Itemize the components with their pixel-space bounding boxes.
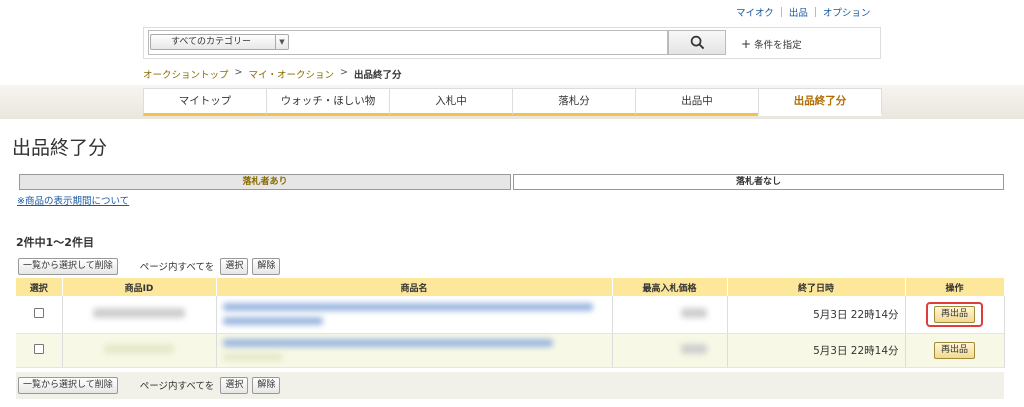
- end-time-cell: 5月3日 22時14分: [727, 296, 906, 334]
- table-row: 5月3日 22時14分 再出品: [16, 333, 1005, 368]
- row-select-cell: [16, 296, 63, 334]
- breadcrumb-separator: >: [340, 67, 348, 78]
- row-checkbox[interactable]: [33, 343, 44, 354]
- header-select: 選択: [16, 278, 63, 296]
- display-period-link[interactable]: ※商品の表示期間について: [17, 193, 129, 207]
- segment-no-winner[interactable]: 落札者なし: [513, 174, 1004, 190]
- divider: [780, 7, 782, 17]
- tab-won[interactable]: 落札分: [512, 88, 636, 116]
- highlight-box: 再出品: [925, 301, 983, 327]
- header-action: 操作: [905, 278, 1005, 296]
- breadcrumb-current: 出品終了分: [353, 70, 402, 81]
- redacted-item-name[interactable]: [222, 353, 283, 361]
- redacted-item-id: [93, 307, 185, 318]
- link-listing[interactable]: 出品: [789, 5, 808, 19]
- header-item-name: 商品名: [216, 278, 613, 296]
- breadcrumb: オークショントップ > マイ・オークション > 出品終了分: [143, 67, 401, 81]
- row-select-cell: [16, 333, 63, 368]
- page-title: 出品終了分: [12, 137, 108, 159]
- link-options[interactable]: オプション: [823, 5, 871, 19]
- breadcrumb-auction-top[interactable]: オークショントップ: [143, 67, 229, 81]
- redacted-price: [680, 307, 707, 318]
- redacted-item-name[interactable]: [222, 339, 553, 347]
- breadcrumb-my-auction[interactable]: マイ・オークション: [248, 67, 334, 81]
- tab-my-top[interactable]: マイトップ: [143, 88, 267, 116]
- row-checkbox[interactable]: [33, 307, 44, 318]
- tab-closed[interactable]: 出品終了分: [758, 88, 882, 116]
- page-all-label: ページ内すべてを: [139, 381, 215, 392]
- action-cell: 再出品: [905, 296, 1005, 334]
- closed-listings-table: 選択 商品ID 商品名 最高入札価格 終了日時 操作 5月3日 22時14分 再…: [16, 278, 1005, 368]
- nav-tabs: マイトップ ウォッチ・ほしい物 入札中 落札分 出品中 出品終了分: [143, 88, 882, 116]
- max-bid-cell: [612, 296, 728, 334]
- tab-bidding[interactable]: 入札中: [389, 88, 513, 116]
- table-header: 選択 商品ID 商品名 最高入札価格 終了日時 操作: [16, 278, 1005, 296]
- relist-button[interactable]: 再出品: [933, 305, 975, 323]
- select-all-button[interactable]: 選択: [220, 376, 249, 394]
- condition-link[interactable]: + 条件を指定: [741, 37, 802, 51]
- condition-label: 条件を指定: [754, 40, 802, 51]
- relist-button[interactable]: 再出品: [933, 341, 975, 359]
- item-id-cell: [62, 296, 217, 334]
- bulk-delete-button[interactable]: 一覧から選択して削除: [18, 257, 118, 275]
- item-id-cell: [62, 333, 217, 368]
- table-row: 5月3日 22時14分 再出品: [16, 296, 1005, 334]
- end-time-cell: 5月3日 22時14分: [727, 333, 906, 368]
- action-bar-bottom: 一覧から選択して削除 ページ内すべてを 選択 解除: [18, 376, 281, 394]
- redacted-price: [680, 343, 707, 354]
- tab-watch[interactable]: ウォッチ・ほしい物: [266, 88, 390, 116]
- redacted-item-id: [104, 343, 174, 354]
- search-icon: [690, 35, 704, 50]
- link-my-auction[interactable]: マイオク: [736, 5, 774, 19]
- top-links: マイオク 出品 オプション: [736, 5, 871, 19]
- category-select-value: すべてのカテゴリー: [171, 37, 252, 47]
- action-bar-top: 一覧から選択して削除 ページ内すべてを 選択 解除: [18, 257, 281, 275]
- breadcrumb-separator: >: [234, 67, 243, 78]
- result-count: 2件中1〜2件目: [16, 236, 94, 249]
- max-bid-cell: [612, 333, 728, 368]
- plus-icon: +: [741, 37, 752, 51]
- header-max-bid: 最高入札価格: [612, 278, 728, 296]
- item-name-cell: [216, 296, 613, 334]
- redacted-item-name[interactable]: [222, 303, 593, 312]
- header-item-id: 商品ID: [62, 278, 217, 296]
- header-end-time: 終了日時: [727, 278, 906, 296]
- divider: [814, 7, 816, 17]
- clear-all-button[interactable]: 解除: [252, 376, 281, 394]
- bulk-delete-button[interactable]: 一覧から選択して削除: [18, 376, 118, 394]
- clear-all-button[interactable]: 解除: [252, 257, 281, 275]
- select-all-button[interactable]: 選択: [220, 257, 249, 275]
- redacted-item-name[interactable]: [222, 317, 323, 326]
- page-all-label: ページ内すべてを: [139, 262, 215, 273]
- segment-with-winner[interactable]: 落札者あり: [19, 174, 511, 190]
- tab-selling[interactable]: 出品中: [635, 88, 759, 116]
- category-select[interactable]: すべてのカテゴリー ▼: [150, 34, 289, 50]
- action-cell: 再出品: [905, 333, 1005, 368]
- search-button[interactable]: [668, 30, 726, 55]
- chevron-down-icon: ▼: [275, 35, 288, 49]
- item-name-cell: [216, 333, 613, 368]
